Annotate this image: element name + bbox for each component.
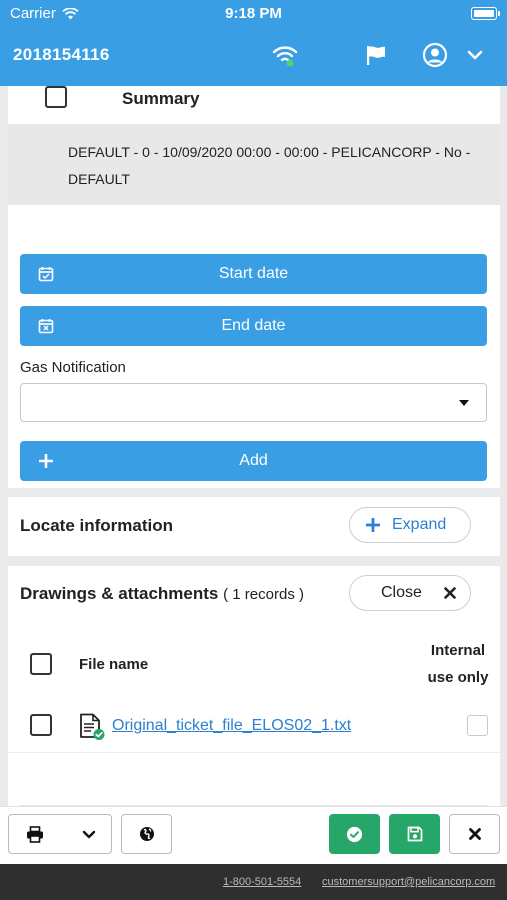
support-email-link[interactable]: customersupport@pelicancorp.com: [322, 876, 495, 888]
internal-use-column-header: Internal use only: [413, 637, 503, 691]
calendar-check-icon: [37, 265, 55, 283]
save-icon: [407, 826, 422, 842]
support-phone-link[interactable]: 1-800-501-5554: [223, 876, 301, 888]
clock: 9:18 PM: [225, 5, 282, 22]
start-date-label: Start date: [218, 265, 289, 282]
attachments-title: Drawings & attachments ( 1 records ): [20, 584, 304, 604]
attachments-count: ( 1 records ): [223, 586, 304, 603]
row-checkbox[interactable]: [30, 714, 52, 736]
summary-text: DEFAULT - 0 - 10/09/2020 00:00 - 00:00 -…: [68, 144, 471, 187]
expand-button[interactable]: Expand: [349, 507, 471, 543]
select-all-checkbox[interactable]: [30, 653, 52, 675]
expand-label: Expand: [392, 516, 447, 533]
attachments-title-text: Drawings & attachments: [20, 584, 219, 603]
battery-icon: [471, 7, 500, 20]
wifi-connected-icon[interactable]: [270, 40, 300, 70]
chevron-down-icon: [82, 830, 96, 839]
attachment-file-link[interactable]: Original_ticket_file_ELOS02_1.txt: [112, 717, 351, 735]
calendar-x-icon: [37, 317, 55, 335]
gas-notification-label: Gas Notification: [20, 359, 126, 376]
confirm-button[interactable]: [329, 814, 380, 854]
summary-label: Summary: [122, 89, 200, 108]
row-divider: [8, 752, 500, 753]
dropdown-caret-icon: [459, 400, 469, 406]
internal-header-line1: Internal: [430, 642, 486, 659]
globe-icon: [139, 827, 154, 841]
app-header: 2018154116: [0, 26, 507, 86]
file-name-column-header: File name: [79, 656, 149, 673]
print-dropdown-button[interactable]: [8, 814, 112, 854]
ticket-number: 2018154116: [13, 45, 110, 64]
bottom-toolbar: [0, 806, 507, 864]
drawings-attachments-card: Drawings & attachments ( 1 records ) Clo…: [8, 566, 500, 806]
save-button[interactable]: [389, 814, 440, 854]
chevron-down-icon[interactable]: [460, 40, 490, 70]
close-label: Close: [381, 584, 422, 601]
flag-icon[interactable]: [361, 40, 391, 70]
status-bar: Carrier 9:18 PM: [0, 0, 507, 26]
add-button-label: Add: [239, 452, 268, 469]
support-footer: 1-800-501-5554 customersupport@pelicanco…: [0, 864, 507, 900]
locate-information-title: Locate information: [20, 516, 174, 535]
check-icon: [346, 826, 363, 842]
print-icon: [27, 826, 43, 843]
globe-button[interactable]: [121, 814, 172, 854]
close-icon: [468, 828, 481, 840]
close-section-button[interactable]: Close: [349, 575, 471, 611]
summary-checkbox[interactable]: [45, 86, 67, 108]
end-date-button[interactable]: End date: [20, 306, 487, 346]
gas-notification-select[interactable]: [20, 383, 487, 422]
plus-icon: [366, 518, 380, 532]
locate-information-card: Locate information Expand: [8, 497, 500, 556]
close-icon: [444, 587, 456, 599]
user-account-icon[interactable]: [420, 40, 450, 70]
cancel-button[interactable]: [449, 814, 500, 854]
internal-use-checkbox[interactable]: [467, 715, 488, 736]
plus-icon: [37, 452, 55, 470]
add-button[interactable]: Add: [20, 441, 487, 481]
internal-header-line2: use only: [427, 669, 489, 686]
text-file-verified-icon: [80, 713, 105, 740]
ticket-details-card: Summary DEFAULT - 0 - 10/09/2020 00:00 -…: [8, 86, 500, 488]
start-date-button[interactable]: Start date: [20, 254, 487, 294]
end-date-label: End date: [221, 317, 286, 334]
